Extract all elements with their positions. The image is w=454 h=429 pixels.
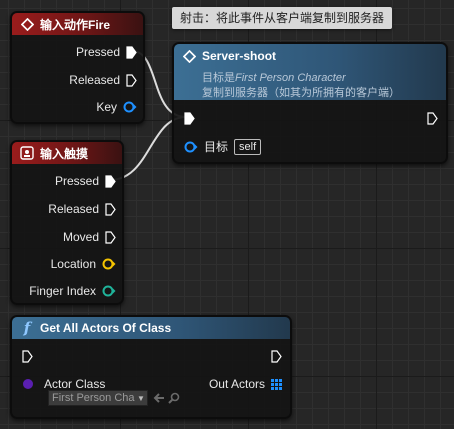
pin-label: Released xyxy=(48,202,99,216)
pin-label: Location xyxy=(50,257,96,271)
exec-pin-icon[interactable] xyxy=(105,230,116,244)
struct-pin-icon[interactable] xyxy=(123,101,137,113)
node-subtitle-replication: 复制到服务器（如其为所拥有的客户端） xyxy=(202,86,400,99)
target-input-pin[interactable]: 目标 self xyxy=(184,138,262,155)
released-output-pin[interactable]: Released xyxy=(69,73,137,87)
actor-class-dropdown[interactable]: First Person Cha ▼ xyxy=(48,390,148,406)
pin-label: Pressed xyxy=(54,174,99,188)
function-f-icon: f xyxy=(23,319,31,337)
chevron-down-icon: ▼ xyxy=(137,393,145,403)
event-diamond-icon xyxy=(182,49,196,63)
node-header[interactable]: 输入触摸 xyxy=(12,142,122,164)
back-arrow-icon[interactable] xyxy=(153,391,165,409)
pin-label: Released xyxy=(69,73,120,87)
touch-event-icon xyxy=(20,146,34,160)
tooltip: 射击：将此事件从客户端复制到服务器 xyxy=(172,7,393,29)
pin-label: 目标 xyxy=(204,140,229,154)
input-action-fire-node[interactable]: 输入动作Fire Pressed Released Key xyxy=(10,11,145,124)
released-output-pin[interactable]: Released xyxy=(48,202,116,216)
exec-pin-icon[interactable] xyxy=(22,350,33,363)
input-touch-node[interactable]: 输入触摸 Pressed Released Moved Location Fin… xyxy=(10,140,124,305)
moved-output-pin[interactable]: Moved xyxy=(63,230,116,244)
exec-pin-icon[interactable] xyxy=(105,202,116,216)
node-title: 输入触摸 xyxy=(40,146,89,161)
pin-label: Finger Index xyxy=(29,284,96,298)
exec-pin-icon[interactable] xyxy=(184,112,195,125)
pin-label: Out Actors xyxy=(208,377,265,391)
actor-class-input-pin[interactable]: Actor Class xyxy=(22,377,105,391)
exec-output-pin[interactable] xyxy=(271,350,282,363)
event-diamond-icon xyxy=(20,17,34,31)
int-pin-icon[interactable] xyxy=(102,285,116,297)
pressed-output-pin[interactable]: Pressed xyxy=(76,45,137,59)
exec-input-pin[interactable] xyxy=(22,350,33,363)
pin-label: Pressed xyxy=(75,45,120,59)
key-output-pin[interactable]: Key xyxy=(96,100,137,114)
finger-index-output-pin[interactable]: Finger Index xyxy=(29,284,116,298)
node-subtitle-target: 目标是First Person Character xyxy=(202,69,346,85)
object-pin-icon[interactable] xyxy=(184,141,198,153)
exec-pin-icon[interactable] xyxy=(271,350,282,363)
location-output-pin[interactable]: Location xyxy=(51,257,116,271)
pin-label: Actor Class xyxy=(44,377,106,391)
self-value-box[interactable]: self xyxy=(234,138,262,155)
out-actors-output-pin[interactable]: Out Actors xyxy=(209,377,282,391)
pin-label: Key xyxy=(96,100,117,114)
exec-input-pin[interactable] xyxy=(184,112,195,125)
class-pin-icon[interactable] xyxy=(22,378,36,390)
exec-pin-icon[interactable] xyxy=(126,45,137,59)
node-header[interactable]: 输入动作Fire xyxy=(12,13,143,35)
node-header[interactable]: f Get All Actors Of Class xyxy=(12,317,290,339)
pressed-output-pin[interactable]: Pressed xyxy=(55,174,116,188)
exec-pin-icon[interactable] xyxy=(126,73,137,87)
search-icon[interactable] xyxy=(168,391,180,409)
exec-pin-icon[interactable] xyxy=(105,174,116,188)
array-pin-icon[interactable] xyxy=(271,378,282,390)
subtitle-target-class: First Person Character xyxy=(235,72,346,84)
node-title: Get All Actors Of Class xyxy=(40,321,172,335)
subtitle-prefix: 目标是 xyxy=(202,71,235,84)
node-title: 输入动作Fire xyxy=(40,17,111,32)
exec-pin-icon[interactable] xyxy=(427,112,438,125)
pin-label: Moved xyxy=(62,230,99,244)
dropdown-value: First Person Cha xyxy=(52,392,135,404)
vector-pin-icon[interactable] xyxy=(102,258,116,270)
node-title: Server-shoot xyxy=(202,49,277,63)
exec-output-pin[interactable] xyxy=(427,112,438,125)
server-shoot-node[interactable]: Server-shoot 目标是First Person Character 复… xyxy=(172,42,448,164)
